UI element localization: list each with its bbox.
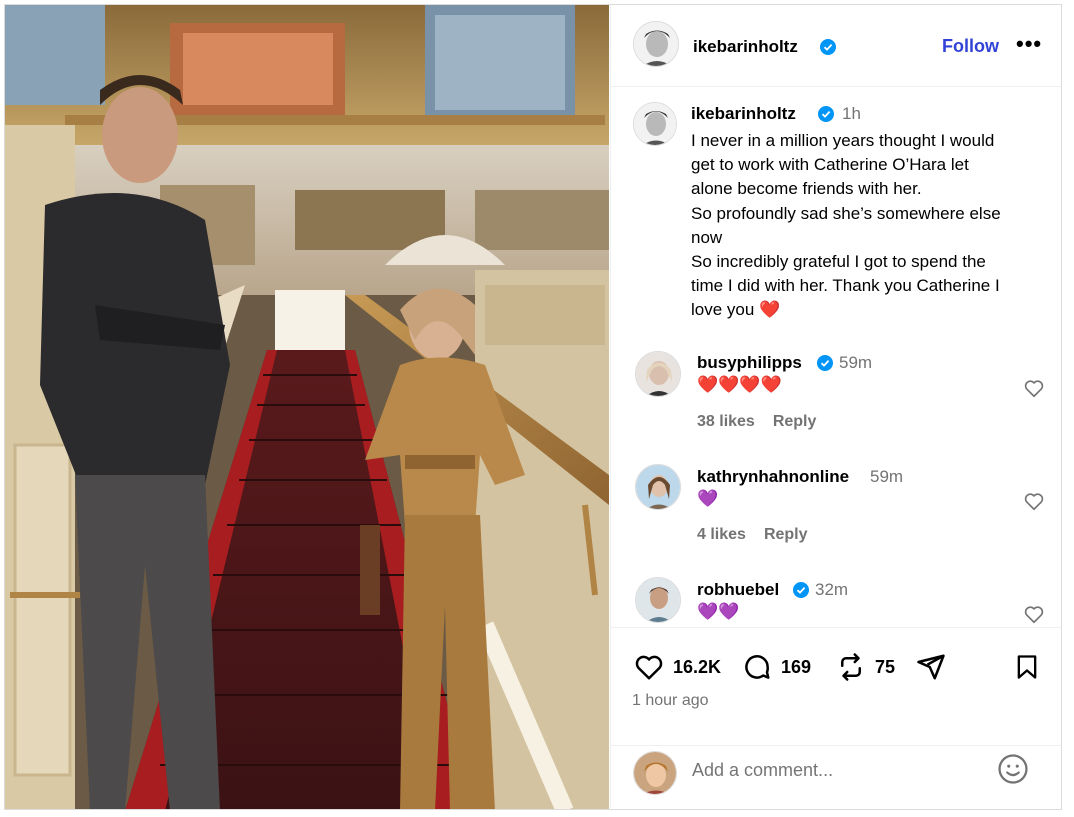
comment-meta: 38 likes Reply <box>697 413 834 431</box>
reply-button[interactable]: Reply <box>764 526 808 543</box>
caption-line: alone become friends with her. <box>691 179 922 199</box>
heart-icon <box>635 655 663 680</box>
comment-time: 59m <box>870 467 904 486</box>
reply-button[interactable]: Reply <box>773 413 817 430</box>
comment-text: ❤️❤️❤️❤️ <box>697 375 782 394</box>
comment-button[interactable]: 169 <box>741 652 811 682</box>
add-comment-input[interactable] <box>692 760 972 781</box>
smile-icon[interactable] <box>996 752 1030 786</box>
comment-avatar[interactable] <box>635 577 681 623</box>
current-user-avatar[interactable] <box>633 751 677 795</box>
caption-line: So profoundly sad she’s somewhere else <box>691 203 1001 223</box>
save-button[interactable] <box>1013 652 1049 682</box>
repost-button[interactable]: 75 <box>835 652 895 682</box>
verified-badge-icon <box>818 106 834 122</box>
verified-badge-icon <box>793 582 809 598</box>
comment-likes[interactable]: 38 likes <box>697 413 755 430</box>
caption-line: So incredibly grateful I got to spend th… <box>691 252 986 272</box>
comment-text: 💜 <box>697 489 719 508</box>
comment-avatar[interactable] <box>635 464 681 510</box>
comment-text: 💜💜 <box>697 602 740 621</box>
comment-time: 59m <box>839 353 873 372</box>
caption-line: time I did with her. Thank you Catherine… <box>691 276 1000 296</box>
like-button[interactable]: 16.2K <box>633 652 721 682</box>
caption-line: I never in a million years thought I wou… <box>691 131 995 150</box>
comment-likes[interactable]: 4 likes <box>697 526 746 543</box>
share-button[interactable] <box>915 652 955 682</box>
caption-text: I never in a million years thought I wou… <box>691 129 1051 323</box>
heart-icon[interactable] <box>1023 603 1045 625</box>
comment-meta: 4 likes Reply <box>697 526 826 544</box>
comment-username[interactable]: kathrynhahnonline <box>697 467 849 487</box>
comment-username[interactable]: robhuebel <box>697 580 779 600</box>
likes-count: 16.2K <box>673 656 722 677</box>
caption-line: love you ❤️ <box>691 300 781 320</box>
follow-button[interactable]: Follow <box>942 36 999 57</box>
verified-badge-icon <box>820 39 836 55</box>
bookmark-icon <box>1017 655 1037 679</box>
comment-username[interactable]: busyphilipps <box>697 353 802 373</box>
comments-count: 169 <box>781 656 812 677</box>
comment-time: 32m <box>815 580 849 599</box>
share-icon <box>917 654 945 680</box>
post-timestamp: 1 hour ago <box>632 692 709 709</box>
post-header: ikebarinholtz Follow ••• <box>611 5 1061 87</box>
reposts-count: 75 <box>875 656 896 677</box>
caption-avatar[interactable] <box>633 102 677 146</box>
comment-avatar[interactable] <box>635 351 681 397</box>
heart-icon[interactable] <box>1023 377 1045 399</box>
verified-badge-icon <box>817 355 833 371</box>
photo-illustration <box>5 5 609 809</box>
instagram-post: ikebarinholtz Follow ••• ikebarinholtz 1… <box>4 4 1062 810</box>
heart-icon[interactable] <box>1023 490 1045 512</box>
post-photo[interactable] <box>5 5 609 809</box>
caption-line: now <box>691 227 723 247</box>
caption-time: 1h <box>842 104 861 123</box>
caption-username[interactable]: ikebarinholtz <box>691 104 796 124</box>
repost-icon <box>841 653 861 681</box>
caption-line: get to work with Catherine O’Hara let <box>691 155 969 175</box>
comment-icon <box>745 655 770 679</box>
author-avatar[interactable] <box>633 21 679 67</box>
post-sidebar: ikebarinholtz Follow ••• ikebarinholtz 1… <box>610 5 1061 809</box>
add-comment-bar <box>611 745 1061 809</box>
action-bar: 16.2K 169 75 1 hour ago <box>611 627 1061 745</box>
more-icon[interactable]: ••• <box>1016 31 1042 57</box>
author-username[interactable]: ikebarinholtz <box>693 37 798 57</box>
